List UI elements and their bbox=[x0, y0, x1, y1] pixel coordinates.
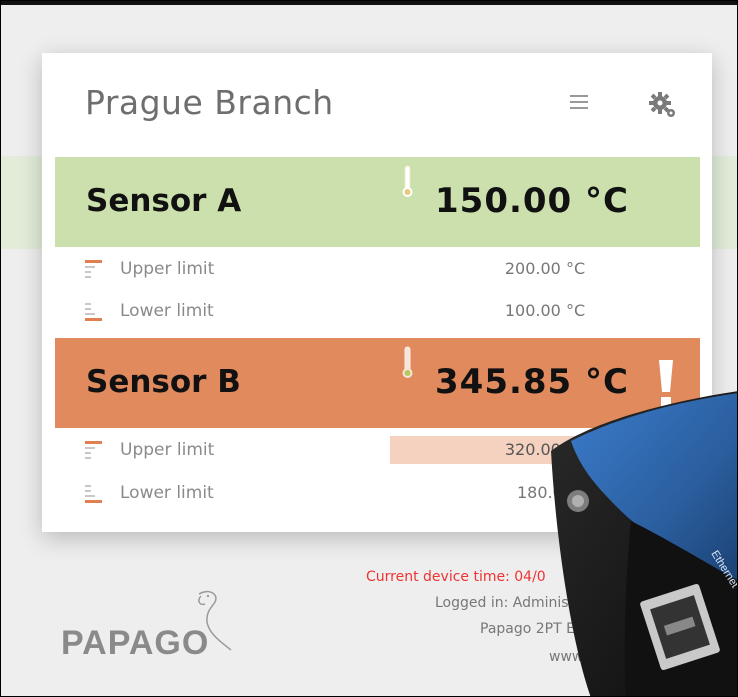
lower-limit-row-a: Lower limit 100.00 °C bbox=[42, 291, 712, 331]
upper-limit-icon bbox=[85, 260, 102, 278]
limit-label: Lower limit bbox=[120, 483, 214, 503]
sensor-name: Sensor A bbox=[86, 183, 242, 219]
gear-icon[interactable] bbox=[647, 90, 679, 120]
limit-value: 200.00 °C bbox=[504, 259, 586, 278]
sensor-name: Sensor B bbox=[86, 364, 241, 400]
lower-limit-icon bbox=[85, 303, 102, 321]
upper-limit-icon bbox=[85, 441, 102, 459]
sensor-value: 150.00 °C bbox=[435, 181, 629, 221]
top-border bbox=[1, 1, 737, 5]
papago-logo: PAPAGO bbox=[61, 586, 241, 666]
hamburger-menu-icon[interactable] bbox=[570, 95, 588, 111]
limit-label: Upper limit bbox=[120, 259, 215, 279]
thermometer-icon bbox=[402, 165, 413, 197]
limit-label: Upper limit bbox=[120, 440, 215, 460]
lower-limit-icon bbox=[85, 485, 102, 503]
device-time: Current device time: 04/0 bbox=[366, 569, 546, 585]
logo-text: PAPAGO bbox=[61, 624, 210, 662]
limit-label: Lower limit bbox=[120, 301, 214, 321]
limit-value: 100.00 °C bbox=[504, 301, 586, 320]
panel-title: Prague Branch bbox=[85, 83, 334, 122]
screen: Prague Branch Sensor A 150.00 °C Upper l… bbox=[0, 0, 738, 697]
upper-limit-row-a: Upper limit 200.00 °C bbox=[42, 249, 712, 289]
sensor-row-a[interactable]: Sensor A 150.00 °C bbox=[55, 157, 700, 247]
thermometer-icon bbox=[402, 346, 413, 378]
device-photo: Ethernet bbox=[551, 391, 737, 696]
